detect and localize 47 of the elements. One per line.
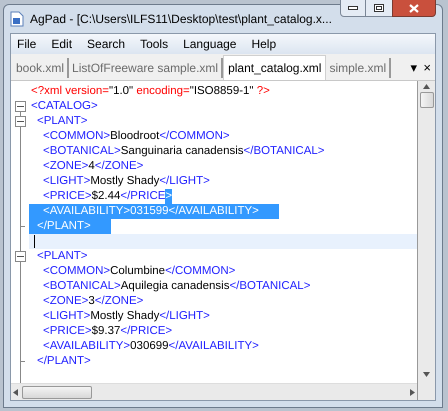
menu-item[interactable]: Tools: [138, 35, 170, 53]
maximize-button[interactable]: [366, 0, 392, 17]
fold-toggle[interactable]: [15, 116, 26, 127]
vertical-scrollbar[interactable]: [417, 81, 435, 400]
menu-item[interactable]: Edit: [49, 35, 74, 53]
code-line: <LIGHT>Mostly Shady</LIGHT>: [42, 174, 210, 189]
code-line: <?xml version="1.0" encoding="ISO8859-1" ?>: [30, 84, 270, 99]
scrollbar-thumb[interactable]: [420, 92, 434, 108]
code-line: <AVAILABILITY>030699</AVAILABILITY>: [42, 339, 259, 354]
scroll-down-icon: [423, 372, 430, 377]
scroll-right-icon: [410, 388, 415, 396]
close-tab-button[interactable]: ×: [423, 60, 431, 74]
menu-item[interactable]: Help: [249, 35, 278, 53]
window-title: AgPad - [C:\Users\ILFS11\Desktop\test\plant_catalog.x...: [30, 11, 332, 28]
code-line: <LIGHT>Mostly Shady</LIGHT>: [42, 309, 210, 324]
minimize-button[interactable]: [340, 0, 366, 17]
document-icon: [10, 11, 24, 27]
text-caret: [34, 235, 35, 248]
tab[interactable]: simple.xml: [326, 58, 392, 78]
menu-item[interactable]: Language: [181, 35, 238, 53]
tab[interactable]: book.xml: [13, 58, 70, 78]
fold-toggle[interactable]: [15, 101, 26, 112]
scrollbar-thumb[interactable]: [22, 386, 92, 398]
menu-item[interactable]: File: [15, 35, 38, 53]
code-line: <PLANT>: [36, 249, 88, 264]
maximize-icon: [374, 4, 384, 12]
code-line: <COMMON>Columbine</COMMON>: [42, 264, 236, 279]
close-button[interactable]: [392, 0, 436, 17]
fold-toggle[interactable]: [15, 251, 26, 262]
code-line: <ZONE>3</ZONE>: [42, 294, 144, 309]
tab-list-button[interactable]: ▾: [410, 60, 418, 74]
code-line: <PLANT>: [36, 114, 88, 129]
scroll-left-icon: [13, 388, 18, 396]
code-line: </PLANT>: [36, 354, 91, 369]
horizontal-scrollbar[interactable]: [11, 383, 417, 400]
scroll-up-icon: [423, 84, 430, 89]
code-line: <COMMON>Bloodroot</COMMON>: [42, 129, 230, 144]
code-line: <BOTANICAL>Aquilegia canadensis</BOTANICAL>: [42, 279, 310, 294]
code-line: <CATALOG>: [30, 99, 98, 114]
code-line: <BOTANICAL>Sanguinaria canadensis</BOTANICAL>: [42, 144, 324, 159]
code-line: <PRICE>$9.37</PRICE>: [42, 324, 172, 339]
code-line: <PRICE>$2.44</PRICE>: [42, 189, 172, 204]
minimize-icon: [348, 6, 358, 10]
code-line: <ZONE>4</ZONE>: [42, 159, 144, 174]
menu-item[interactable]: Search: [85, 35, 128, 53]
close-icon: [409, 4, 419, 12]
tab[interactable]: plant_catalog.xml: [223, 55, 326, 80]
